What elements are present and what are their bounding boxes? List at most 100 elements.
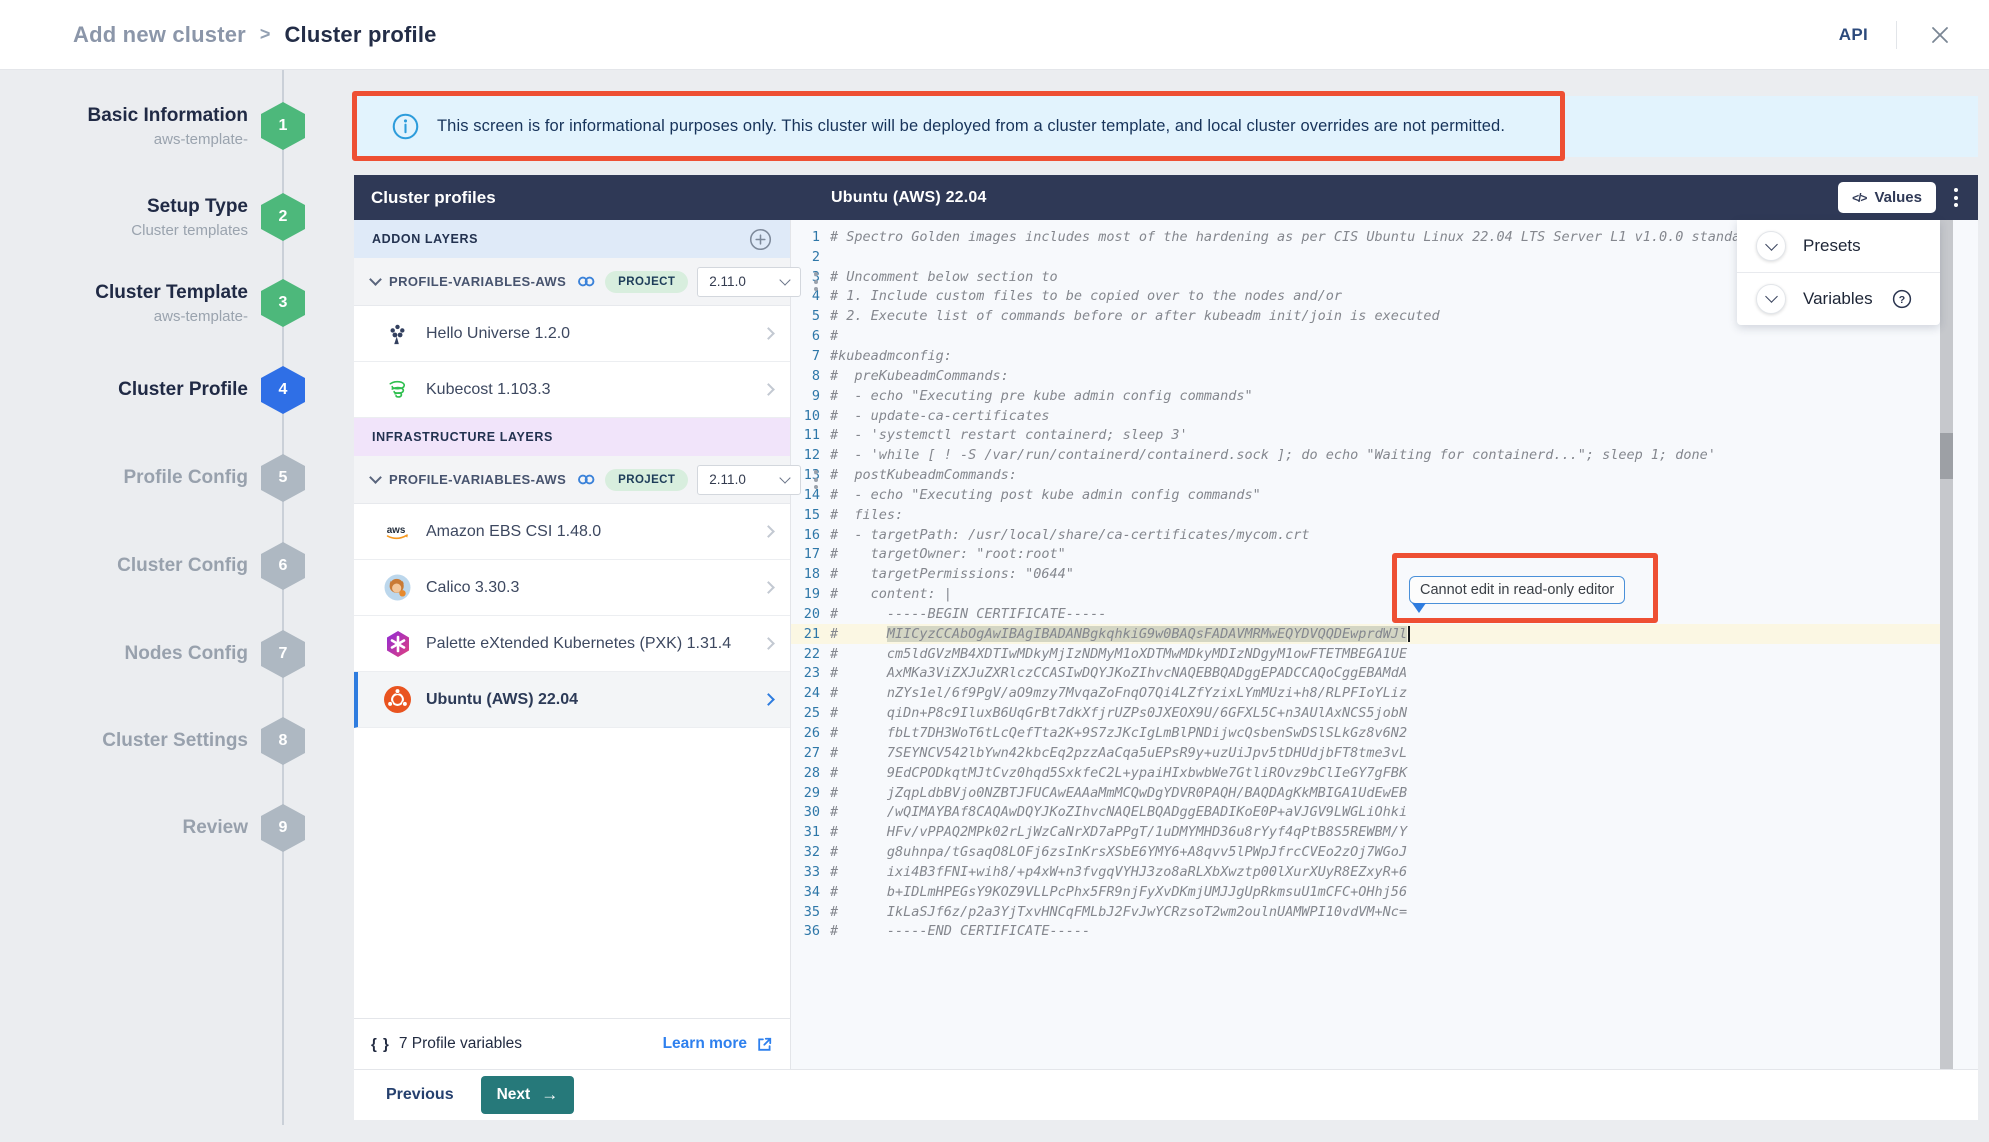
code-line-24: 24# nZYs1el/6f9PgV/aO9mzy7MvqaZoFnqO7Qi4… bbox=[791, 683, 1978, 703]
line-number: 23 bbox=[791, 665, 820, 681]
learn-more-link[interactable]: Learn more bbox=[663, 1035, 773, 1053]
code-text: # -----END CERTIFICATE----- bbox=[830, 923, 1090, 939]
chevron-down-icon bbox=[1765, 290, 1778, 303]
line-number: 19 bbox=[791, 586, 820, 602]
layer-label: Amazon EBS CSI 1.48.0 bbox=[426, 523, 601, 541]
code-text: # - update-ca-certificates bbox=[830, 408, 1049, 424]
presets-expand-button[interactable] bbox=[1756, 231, 1786, 261]
code-line-25: 25# qiDn+P8c9IluxB6UqGrBt7dkXfjrUZPs0JXE… bbox=[791, 703, 1978, 723]
code-text: # targetOwner: "root:root" bbox=[830, 546, 1066, 562]
code-text: # nZYs1el/6f9PgV/aO9mzy7MvqaZoFnqO7Qi4LZ… bbox=[830, 685, 1407, 701]
line-number: 29 bbox=[791, 785, 820, 801]
variables-row[interactable]: Variables ? bbox=[1737, 272, 1940, 324]
step-setup-type[interactable]: Setup TypeCluster templates2 bbox=[0, 193, 354, 241]
editor-header: Ubuntu (AWS) 22.04 </> Values bbox=[791, 175, 1978, 220]
code-text: # preKubeadmCommands: bbox=[830, 368, 1009, 384]
code-text: # 1. Include custom files to be copied o… bbox=[830, 288, 1342, 304]
help-icon[interactable]: ? bbox=[1892, 289, 1912, 309]
layer-row-kubecost-1-103-3[interactable]: Kubecost 1.103.3 bbox=[354, 362, 790, 418]
step-number-badge: 7 bbox=[261, 630, 305, 678]
step-number-badge: 4 bbox=[261, 366, 305, 414]
add-layer-icon[interactable] bbox=[749, 228, 772, 251]
editor-scrollbar-track[interactable] bbox=[1940, 220, 1953, 1069]
layer-label: Kubecost 1.103.3 bbox=[426, 381, 551, 399]
code-line-35: 35# IkLaSJf6z/p2a3YjTxvHNCqFMLbJ2FvJwYCR… bbox=[791, 902, 1978, 922]
values-button[interactable]: </> Values bbox=[1838, 182, 1936, 213]
code-line-27: 27# 7SEYNCV542lbYwn42kbcEq2pzzAaCqa5uEPs… bbox=[791, 743, 1978, 763]
close-icon[interactable] bbox=[1925, 20, 1955, 50]
step-number: 5 bbox=[279, 469, 288, 487]
code-text: # 7SEYNCV542lbYwn42kbcEq2pzzAaCqa5uEPsR9… bbox=[830, 745, 1407, 761]
readonly-tooltip: Cannot edit in read-only editor bbox=[1409, 576, 1625, 604]
code-text: # b+IDLmHPEGsY9KOZ9VLLPcPhx5FR9njFyXvDKm… bbox=[830, 884, 1407, 900]
code-line-18: 18# targetPermissions: "0644" bbox=[791, 564, 1978, 584]
code-line-9: 9# - echo "Executing pre kube admin conf… bbox=[791, 386, 1978, 406]
svg-text:?: ? bbox=[1898, 293, 1904, 305]
group-kebab-menu-icon[interactable] bbox=[810, 466, 822, 493]
step-cluster-template[interactable]: Cluster Templateaws-template-3 bbox=[0, 279, 354, 327]
step-number-badge: 6 bbox=[261, 542, 305, 590]
code-text: # g8uhnpa/tGsaqO8LOFj6zsInKrsXSbE6YMY6+A… bbox=[830, 844, 1407, 860]
infra-group-row[interactable]: PROFILE-VARIABLES-AWS PROJECT 2.11.0 bbox=[354, 456, 790, 504]
code-line-28: 28# 9EdCPODkqtMJtCvz0hqd5SxkfeC2L+ypaiHI… bbox=[791, 763, 1978, 783]
layer-row-hello-universe-1-2-0[interactable]: Hello Universe 1.2.0 bbox=[354, 306, 790, 362]
api-link[interactable]: API bbox=[1839, 25, 1868, 45]
step-cluster-settings: Cluster Settings8 bbox=[0, 717, 354, 765]
svg-text:aws: aws bbox=[387, 524, 406, 535]
code-text: # - 'while [ ! -S /var/run/containerd/co… bbox=[830, 447, 1716, 463]
project-badge: PROJECT bbox=[605, 469, 688, 491]
addon-layers-list: Hello Universe 1.2.0 Kubecost 1.103.3 bbox=[354, 306, 790, 418]
code-line-22: 22# cm5ldGVzMB4XDTIwMDkyMjIzNDMyM1oXDTMw… bbox=[791, 644, 1978, 664]
layer-row-palette-extended-kubernetes-pxk-1-31-4[interactable]: Palette eXtended Kubernetes (PXK) 1.31.4 bbox=[354, 616, 790, 672]
code-line-14: 14# - echo "Executing post kube admin co… bbox=[791, 485, 1978, 505]
variables-label: Variables bbox=[1803, 289, 1873, 309]
presets-row[interactable]: Presets bbox=[1737, 220, 1940, 272]
line-number: 15 bbox=[791, 507, 820, 523]
layer-row-amazon-ebs-csi-1-48-0[interactable]: aws Amazon EBS CSI 1.48.0 bbox=[354, 504, 790, 560]
step-number-badge: 2 bbox=[261, 193, 305, 241]
step-cluster-profile[interactable]: Cluster Profile4 bbox=[0, 366, 354, 414]
code-text: # Spectro Golden images includes most of… bbox=[830, 229, 1740, 245]
code-text: # Uncomment below section to bbox=[830, 269, 1058, 285]
step-number: 1 bbox=[279, 117, 288, 135]
step-label: Review bbox=[8, 816, 248, 840]
step-number-badge: 9 bbox=[261, 804, 305, 852]
line-number: 17 bbox=[791, 546, 820, 562]
line-number: 33 bbox=[791, 864, 820, 880]
step-review: Review 9 bbox=[0, 804, 354, 852]
previous-button[interactable]: Previous bbox=[386, 1086, 454, 1104]
variables-expand-button[interactable] bbox=[1756, 284, 1786, 314]
code-line-6: 6# bbox=[791, 326, 1978, 346]
editor-kebab-menu-icon[interactable] bbox=[1950, 184, 1962, 211]
code-line-11: 11# - 'systemctl restart containerd; sle… bbox=[791, 425, 1978, 445]
group-kebab-menu-icon[interactable] bbox=[810, 268, 822, 295]
code-line-30: 30# /wQIMAYBAf8CAQAwDQYJKoZIhvcNAQELBQAD… bbox=[791, 802, 1978, 822]
infrastructure-layers-label: INFRASTRUCTURE LAYERS bbox=[372, 430, 553, 444]
layer-row-calico-3-30-3[interactable]: Calico 3.30.3 bbox=[354, 560, 790, 616]
layer-row-ubuntu-aws-22-04[interactable]: Ubuntu (AWS) 22.04 bbox=[354, 672, 790, 728]
code-line-13: 13# postKubeadmCommands: bbox=[791, 465, 1978, 485]
values-button-label: Values bbox=[1874, 189, 1922, 206]
code-text: # MIICyzCCAbOgAwIBAgIBADANBgkqhkiG9w0BAQ… bbox=[830, 626, 1410, 642]
version-select[interactable]: 2.11.0 bbox=[697, 465, 801, 495]
step-number-badge: 5 bbox=[261, 454, 305, 502]
addon-group-row[interactable]: PROFILE-VARIABLES-AWS PROJECT 2.11.0 bbox=[354, 258, 790, 306]
editor-scrollbar-thumb[interactable] bbox=[1940, 433, 1953, 479]
addon-layers-section-header: ADDON LAYERS bbox=[354, 220, 790, 258]
line-number: 26 bbox=[791, 725, 820, 741]
line-number: 28 bbox=[791, 765, 820, 781]
info-icon bbox=[392, 113, 419, 140]
chevron-down-icon[interactable] bbox=[369, 471, 382, 484]
stepper: Basic Informationaws-template-1 Setup Typ… bbox=[0, 0, 354, 1142]
breadcrumb-add-new-cluster[interactable]: Add new cluster bbox=[73, 22, 246, 48]
infra-group-name: PROFILE-VARIABLES-AWS bbox=[389, 472, 566, 487]
readonly-tooltip-text: Cannot edit in read-only editor bbox=[1420, 582, 1614, 598]
code-line-8: 8# preKubeadmCommands: bbox=[791, 366, 1978, 386]
version-select[interactable]: 2.11.0 bbox=[697, 267, 801, 297]
breadcrumb-separator: > bbox=[260, 24, 271, 45]
infrastructure-layers-section-header: INFRASTRUCTURE LAYERS bbox=[354, 418, 790, 456]
step-basic-information[interactable]: Basic Informationaws-template-1 bbox=[0, 102, 354, 150]
layer-label: Ubuntu (AWS) 22.04 bbox=[426, 691, 578, 709]
next-button[interactable]: Next → bbox=[481, 1076, 575, 1114]
chevron-down-icon[interactable] bbox=[369, 273, 382, 286]
